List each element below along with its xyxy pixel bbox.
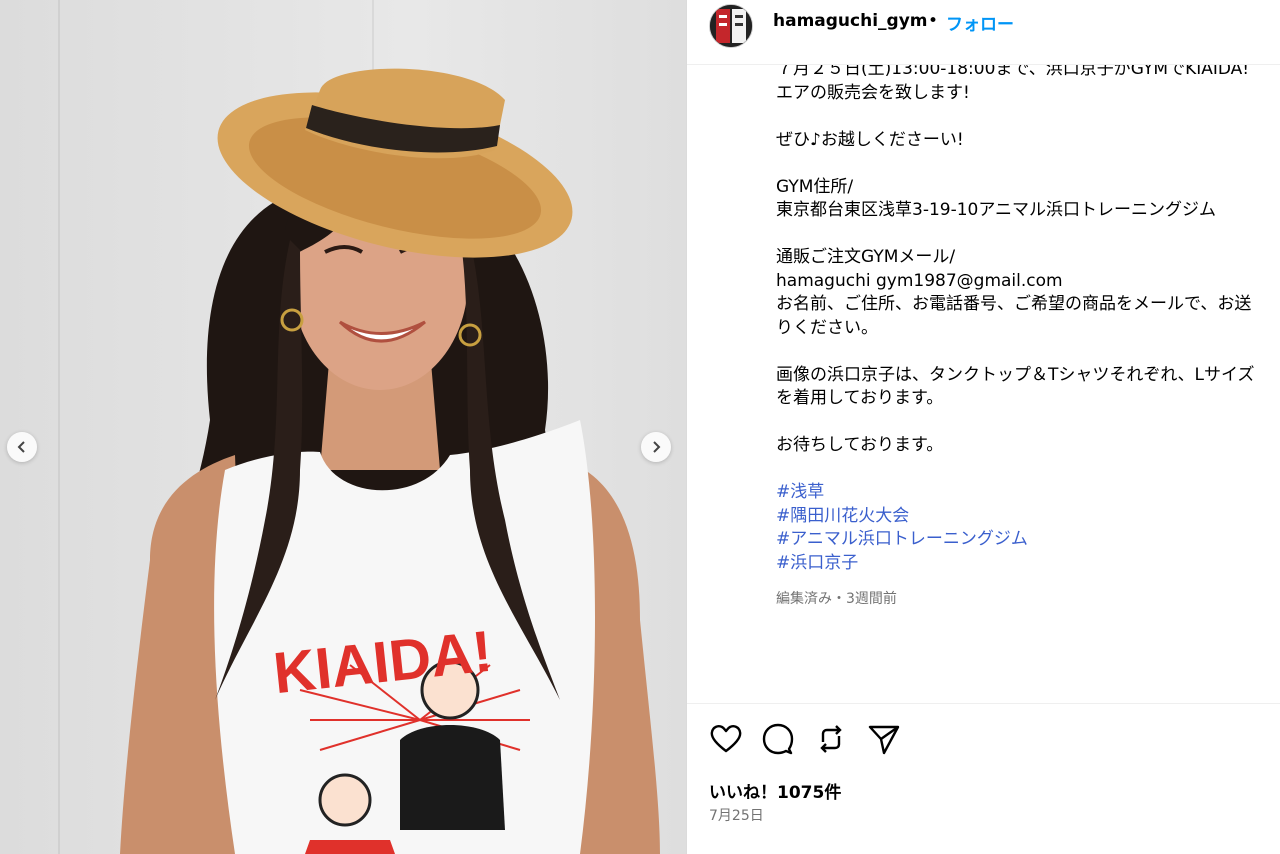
post-photo[interactable]: KIAIDA!: [0, 0, 686, 854]
photo-illustration: KIAIDA!: [120, 68, 660, 854]
post-actions: いいね！1075件 7月25日: [687, 703, 1280, 854]
caption-line: [776, 411, 1280, 435]
post-date[interactable]: 7月25日: [709, 805, 764, 825]
post-header: hamaguchi_gym • フォロー: [687, 0, 1280, 65]
hashtag-link[interactable]: #隅田川花火大会: [776, 505, 1280, 529]
caption-line: お名前、ご住所、お電話番号、ご希望の商品をメールで、お送: [776, 294, 1252, 314]
previous-image-button[interactable]: [7, 432, 37, 462]
chevron-right-icon: [653, 441, 661, 453]
caption-line: りください。: [776, 317, 878, 338]
username-link[interactable]: hamaguchi_gym: [773, 11, 928, 31]
repost-button[interactable]: [814, 722, 848, 756]
hashtag-link[interactable]: #浜口京子: [776, 552, 1280, 576]
instagram-post-view: KIAIDA! hamaguchi_gym • フォロー ７月２５日(土)13:…: [0, 0, 1280, 854]
caption-line: 画像の浜口京子は、タンクトップ＆Tシャツそれぞれ、Lサイズ: [776, 364, 1255, 385]
caption-line: を着用しております。: [776, 388, 944, 408]
caption-line: [776, 152, 1280, 176]
heart-icon: [710, 725, 742, 753]
caption-line: 東京都台東区浅草3-19-10アニマル浜口トレーニングジム: [776, 200, 1217, 220]
post-caption: ７月２５日(土)13:00-18:00まで、浜口京子がGYMでKIAIDA! エ…: [776, 58, 1280, 575]
caption-meta: 編集済み・3週間前: [776, 591, 897, 607]
caption-line: [776, 223, 1280, 247]
caption-line: エアの販売会を致します!: [776, 82, 970, 103]
like-count[interactable]: いいね！1075件: [709, 778, 841, 803]
hashtag-link[interactable]: #浅草: [776, 481, 1280, 505]
comment-icon: [762, 723, 794, 755]
repost-icon: [820, 725, 842, 753]
next-image-button[interactable]: [641, 432, 671, 462]
gym-logo-icon: [710, 5, 752, 47]
separator-dot: •: [928, 11, 939, 31]
caption-line: [776, 340, 1280, 364]
caption-line: お待ちしております。: [776, 435, 944, 455]
like-button[interactable]: [709, 722, 743, 756]
avatar[interactable]: [709, 4, 753, 48]
caption-line: ぜひ♪お越しくださーい!: [776, 129, 964, 150]
caption-line: 通販ご注文GYMメール/: [776, 247, 956, 267]
share-icon: [868, 725, 900, 755]
hashtag-link[interactable]: #アニマル浜口トレーニングジム: [776, 528, 1280, 552]
caption-line: GYM住所/: [776, 176, 854, 197]
share-button[interactable]: [867, 722, 901, 756]
comment-button[interactable]: [761, 722, 795, 756]
follow-button[interactable]: フォロー: [946, 10, 1014, 35]
chevron-left-icon: [17, 441, 25, 453]
post-details-panel: hamaguchi_gym • フォロー ７月２５日(土)13:00-18:00…: [686, 0, 1280, 854]
caption-line: [776, 105, 1280, 129]
caption-line: [776, 458, 1280, 482]
caption-email: hamaguchi gym1987@gmail.com: [776, 270, 1063, 291]
